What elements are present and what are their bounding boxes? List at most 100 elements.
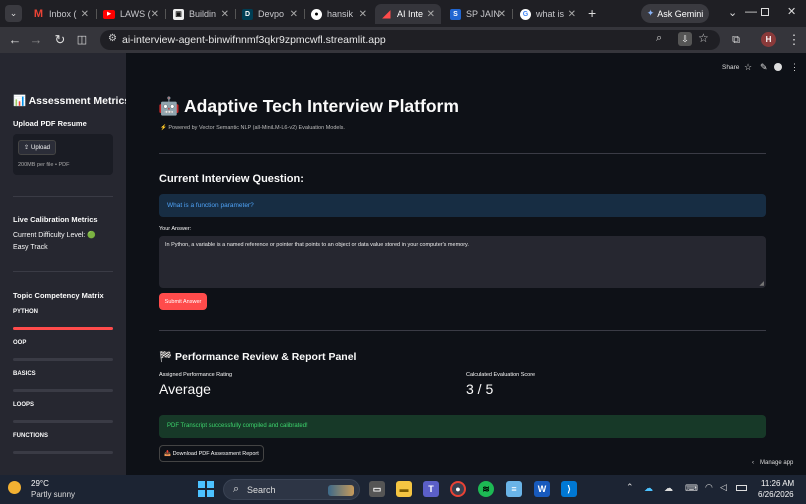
keyboard-layout-icon[interactable]: ⌨ bbox=[685, 483, 698, 494]
browser-tab[interactable]: ▶ LAWS ( ✕ bbox=[97, 4, 165, 24]
task-view-icon[interactable]: ▭ bbox=[369, 481, 385, 497]
topic-name: LOOPS bbox=[13, 402, 35, 408]
question-header: Current Interview Question: bbox=[159, 173, 304, 185]
close-icon[interactable]: ✕ bbox=[221, 9, 229, 20]
weather-temp[interactable]: 29°C bbox=[31, 479, 49, 488]
close-icon[interactable]: ✕ bbox=[81, 9, 89, 20]
sidebar: 📊 Assessment Metrics Upload PDF Resume ⇪… bbox=[0, 53, 130, 475]
cloud-icon[interactable]: ☁ bbox=[664, 483, 673, 494]
divider bbox=[13, 196, 113, 197]
upload-button[interactable]: ⇪ Upload bbox=[18, 140, 56, 155]
divider bbox=[159, 330, 766, 331]
more-menu-icon[interactable]: ⋮ bbox=[786, 32, 802, 48]
question-box: What is a function parameter? bbox=[159, 194, 766, 217]
file-uploader[interactable]: ⇪ Upload 200MB per file • PDF bbox=[13, 134, 113, 175]
vscode-icon[interactable]: ⟩ bbox=[561, 481, 577, 497]
close-icon[interactable]: ✕ bbox=[359, 9, 367, 20]
download-report-button[interactable]: 📥 Download PDF Assessment Report bbox=[159, 445, 264, 462]
ask-gemini-button[interactable]: ✦ Ask Gemini bbox=[641, 4, 709, 23]
site-info-icon[interactable]: ⚙ bbox=[108, 33, 117, 44]
notepad-icon[interactable]: ≡ bbox=[506, 481, 522, 497]
submit-label: Submit Answer bbox=[164, 298, 202, 305]
more-options-icon[interactable]: ⋮ bbox=[790, 62, 799, 73]
onedrive-icon[interactable]: ☁ bbox=[644, 483, 653, 494]
weather-icon[interactable] bbox=[8, 481, 21, 494]
browser-tab[interactable]: D Devpo ✕ bbox=[236, 4, 304, 24]
browser-tab[interactable]: G what is ✕ bbox=[514, 4, 582, 24]
browser-tab-bar: ⌄ M Inbox ( ✕ ▶ LAWS ( ✕ ▣ Buildin ✕ D D… bbox=[0, 0, 806, 27]
close-icon[interactable]: ✕ bbox=[568, 9, 576, 20]
spotify-icon[interactable]: ≋ bbox=[478, 481, 494, 497]
browser-tab[interactable]: ▣ Buildin ✕ bbox=[167, 4, 235, 24]
difficulty-level: Current Difficulty Level: 🟢 Easy Track bbox=[13, 232, 96, 251]
github-icon[interactable] bbox=[774, 63, 782, 71]
youtube-icon: ▶ bbox=[103, 9, 115, 19]
bookmark-star-icon[interactable]: ☆ bbox=[698, 31, 709, 45]
close-icon[interactable]: ✕ bbox=[151, 9, 159, 20]
star-icon[interactable]: ☆ bbox=[744, 62, 752, 73]
extensions-icon[interactable]: ⧉ bbox=[728, 32, 744, 48]
chrome-icon[interactable]: ● bbox=[450, 481, 466, 497]
forward-icon[interactable]: → bbox=[28, 32, 44, 48]
sidebar-title: 📊 Assessment Metrics bbox=[13, 95, 131, 107]
file-explorer-icon[interactable]: ▬ bbox=[396, 481, 412, 497]
resize-handle-icon[interactable]: ◢ bbox=[759, 280, 764, 287]
upload-label: Upload PDF Resume bbox=[13, 119, 87, 128]
reload-icon[interactable]: ↻ bbox=[52, 32, 68, 48]
browser-tab[interactable]: M Inbox ( ✕ bbox=[27, 4, 95, 24]
omnibox[interactable]: ⚙ ai-interview-agent-binwifnnmf3qkr9zpmc… bbox=[100, 30, 720, 50]
new-tab-button[interactable]: + bbox=[588, 5, 596, 21]
taskbar-search[interactable]: ⌕ Search bbox=[223, 479, 360, 500]
submit-answer-button[interactable]: Submit Answer bbox=[159, 293, 207, 310]
clock-time[interactable]: 11:26 AM bbox=[761, 479, 794, 488]
answer-text: In Python, a variable is a named referen… bbox=[165, 242, 469, 248]
browser-tab[interactable]: ● hansik ✕ bbox=[305, 4, 373, 24]
topic-progress-bar bbox=[13, 358, 113, 361]
download-label: 📥 Download PDF Assessment Report bbox=[164, 450, 259, 457]
start-button[interactable] bbox=[198, 481, 214, 497]
clock-date[interactable]: 6/26/2026 bbox=[758, 490, 794, 499]
topic-name: BASICS bbox=[13, 371, 36, 377]
weather-desc[interactable]: Partly sunny bbox=[31, 490, 75, 499]
topic-row: FUNCTIONS bbox=[13, 433, 113, 454]
url-text[interactable]: ai-interview-agent-binwifnnmf3qkr9zpmcwf… bbox=[122, 34, 386, 46]
manage-app-label: Manage app bbox=[760, 460, 794, 466]
profile-avatar[interactable]: H bbox=[761, 32, 776, 47]
wifi-icon[interactable]: ◠ bbox=[705, 482, 713, 493]
browser-tab[interactable]: S SP JAIN ✕ bbox=[444, 4, 512, 24]
minimize-icon[interactable]: — bbox=[745, 4, 757, 18]
zoom-icon[interactable]: ⌕ bbox=[656, 32, 662, 45]
close-icon[interactable]: ✕ bbox=[427, 9, 435, 20]
topic-row: OOP bbox=[13, 340, 113, 361]
competency-title: Topic Competency Matrix bbox=[13, 291, 104, 300]
topic-progress-bar bbox=[13, 389, 113, 392]
split-view-icon[interactable]: ◫ bbox=[74, 32, 90, 48]
close-icon[interactable]: ✕ bbox=[498, 9, 506, 20]
install-app-icon[interactable]: ⇩ bbox=[678, 32, 692, 46]
tab-label: Devpo bbox=[258, 9, 285, 19]
success-text: PDF Transcript successfully compiled and… bbox=[167, 423, 308, 429]
answer-textarea[interactable]: In Python, a variable is a named referen… bbox=[159, 236, 766, 288]
edit-icon[interactable]: ✎ bbox=[760, 62, 768, 73]
topic-name: PYTHON bbox=[13, 309, 39, 315]
minimize-window-icon[interactable]: ⌄ bbox=[728, 6, 737, 19]
github-icon: ● bbox=[311, 8, 322, 20]
search-highlight-icon bbox=[328, 485, 354, 496]
share-button[interactable]: Share bbox=[722, 64, 739, 71]
close-window-icon[interactable]: ✕ bbox=[787, 5, 796, 18]
tab-label: AI Inte bbox=[397, 9, 424, 19]
manage-app-button[interactable]: ‹ Manage app bbox=[752, 460, 793, 466]
close-icon[interactable]: ✕ bbox=[290, 9, 298, 20]
browser-tab-active[interactable]: ◢ AI Inte ✕ bbox=[375, 4, 441, 24]
tray-overflow-icon[interactable]: ⌃ bbox=[626, 482, 634, 493]
volume-icon[interactable]: ◁ bbox=[720, 482, 727, 493]
word-icon[interactable]: W bbox=[534, 481, 550, 497]
rating-label: Assigned Performance Rating bbox=[159, 372, 233, 378]
topic-progress-bar bbox=[13, 451, 113, 454]
tab-search-button[interactable]: ⌄ bbox=[5, 5, 22, 22]
teams-icon[interactable]: T bbox=[423, 481, 439, 497]
battery-icon[interactable] bbox=[736, 485, 747, 491]
tab-label: what is bbox=[536, 9, 565, 19]
back-icon[interactable]: ← bbox=[7, 32, 23, 48]
restore-icon[interactable] bbox=[761, 8, 769, 16]
